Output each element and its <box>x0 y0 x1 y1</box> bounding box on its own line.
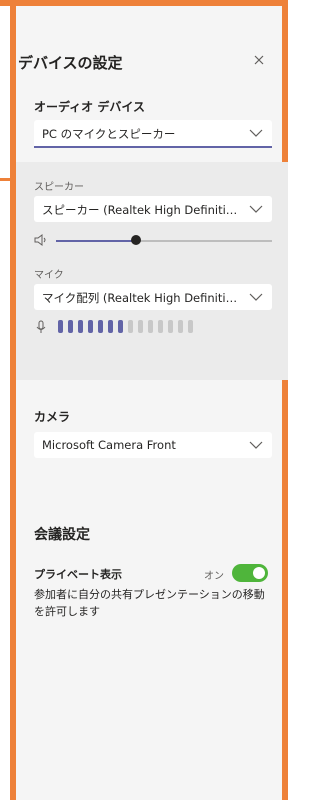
chevron-down-icon <box>249 205 263 213</box>
mic-level-bar <box>188 320 193 333</box>
mic-level-bar <box>58 320 63 333</box>
mic-level-bar <box>88 320 93 333</box>
speaker-value: スピーカー (Realtek High Definition Aud... <box>42 203 242 217</box>
chevron-down-icon <box>249 293 263 301</box>
meeting-settings-title: 会議設定 <box>34 527 90 543</box>
camera-value: Microsoft Camera Front <box>42 438 176 452</box>
close-icon <box>254 55 264 65</box>
mic-level-bar <box>108 320 113 333</box>
mic-level-bar <box>128 320 133 333</box>
mic-level-bar <box>98 320 103 333</box>
audio-device-value: PC のマイクとスピーカー <box>42 127 176 141</box>
audio-device-select[interactable]: PC のマイクとスピーカー <box>34 120 272 148</box>
mic-level-bar <box>168 320 173 333</box>
mic-level-bar <box>68 320 73 333</box>
volume-slider-thumb[interactable] <box>130 235 141 245</box>
camera-select[interactable]: Microsoft Camera Front <box>34 432 272 458</box>
microphone-icon <box>36 320 46 333</box>
chevron-down-icon <box>249 441 263 449</box>
mic-level-bar <box>158 320 163 333</box>
volume-slider-fill <box>56 240 136 242</box>
close-button[interactable] <box>252 52 266 66</box>
mic-level-bar <box>148 320 153 333</box>
toggle-state-label: オン <box>204 571 224 582</box>
panel-title: デバイスの設定 <box>18 54 123 72</box>
speaker-select[interactable]: スピーカー (Realtek High Definition Aud... <box>34 196 272 222</box>
private-view-description: 参加者に自分の共有プレゼンテーションの移動を許可します <box>34 588 265 618</box>
toggle-knob <box>253 567 265 579</box>
mic-level-bar <box>138 320 143 333</box>
mic-level-bar <box>118 320 123 333</box>
speaker-volume-icon <box>34 234 46 246</box>
audio-device-label: オーディオ デバイス <box>34 100 145 114</box>
mic-level-bar <box>178 320 183 333</box>
private-view-label: プライベート表示 <box>34 568 122 581</box>
frame-right-border <box>282 0 288 800</box>
private-view-toggle[interactable] <box>232 564 268 582</box>
chevron-down-icon <box>249 129 263 137</box>
speaker-label: スピーカー <box>34 182 84 193</box>
mic-value: マイク配列 (Realtek High Definition A... <box>42 291 242 305</box>
frame-connector <box>0 178 12 181</box>
mic-level-bar <box>78 320 83 333</box>
mic-label: マイク <box>34 270 64 281</box>
camera-label: カメラ <box>34 410 71 424</box>
mic-select[interactable]: マイク配列 (Realtek High Definition A... <box>34 284 272 310</box>
